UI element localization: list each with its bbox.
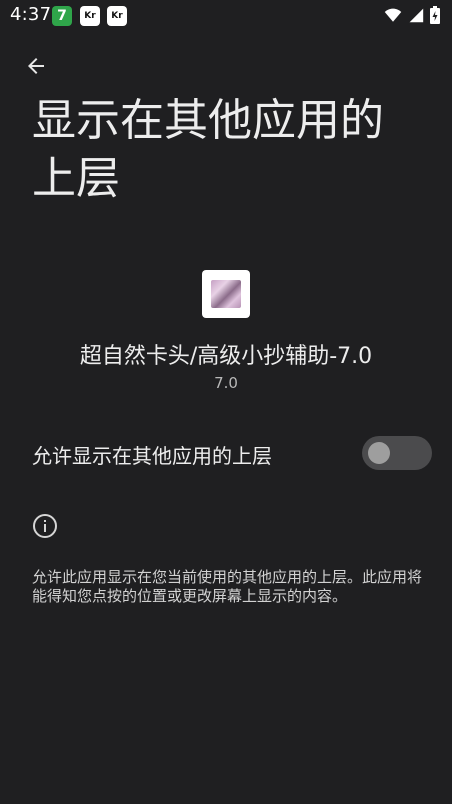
switch-thumb: [368, 442, 390, 464]
permission-label: 允许显示在其他应用的上层: [32, 444, 272, 468]
permission-description: 允许此应用显示在您当前使用的其他应用的上层。此应用将能得知您点按的位置或更改屏幕…: [32, 568, 423, 605]
permission-toggle-row[interactable]: 允许显示在其他应用的上层: [0, 424, 452, 480]
battery-icon: [430, 6, 440, 24]
app-icon: [202, 270, 250, 318]
system-status-icons: [384, 6, 440, 24]
notification-app-icon: 7: [52, 6, 72, 26]
info-icon: [33, 514, 57, 538]
notification-kr-icon: Kr: [80, 6, 100, 26]
app-version: 7.0: [214, 374, 238, 392]
page-title: 显示在其他应用的上层: [32, 95, 384, 204]
back-button[interactable]: [20, 50, 52, 82]
app-logo-image: [211, 280, 241, 308]
arrow-back-icon: [28, 58, 44, 74]
overlay-permission-switch[interactable]: [362, 436, 432, 470]
wifi-icon: [384, 8, 402, 22]
signal-icon: [409, 8, 424, 23]
status-time: 4:37: [10, 4, 52, 25]
app-name: 超自然卡头/高级小抄辅助-7.0: [79, 344, 373, 369]
notification-kr-icon: Kr: [107, 6, 127, 26]
status-bar: 4:37 7 Kr Kr: [0, 0, 452, 32]
